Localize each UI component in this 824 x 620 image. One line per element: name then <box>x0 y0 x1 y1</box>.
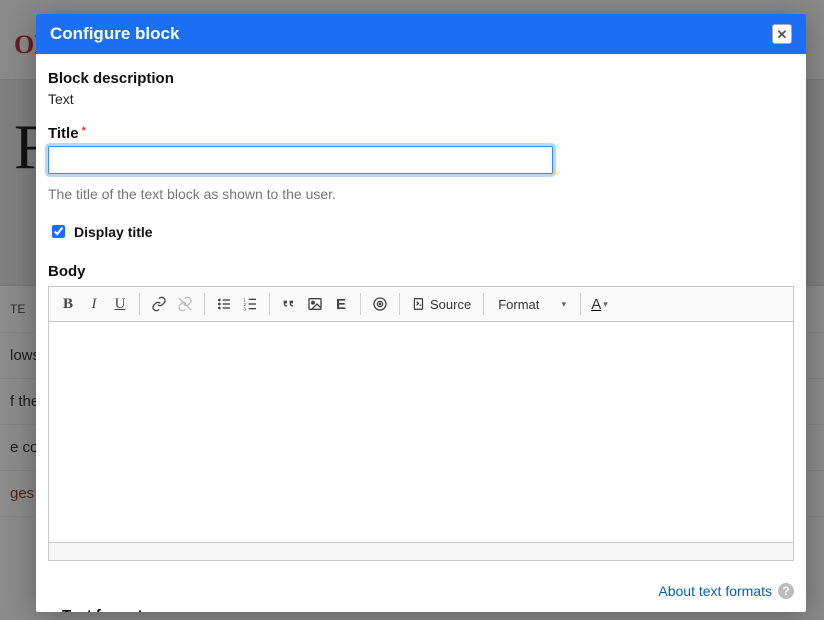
toolbar-separator <box>580 293 581 315</box>
display-title-checkbox[interactable] <box>52 225 65 238</box>
media-button[interactable] <box>367 291 393 317</box>
close-icon: ✕ <box>777 28 788 41</box>
svg-text:3: 3 <box>243 307 246 312</box>
toolbar-separator <box>269 293 270 315</box>
display-title-row: Display title <box>48 222 794 241</box>
e-icon: E <box>336 296 346 313</box>
block-description-label: Block description <box>48 70 794 87</box>
underline-button[interactable]: U <box>107 291 133 317</box>
numbered-list-icon: 123 <box>242 296 258 312</box>
link-icon <box>151 296 167 312</box>
chevron-down-icon: ▾ <box>603 299 608 310</box>
bold-button[interactable]: B <box>55 291 81 317</box>
format-label: Format <box>498 297 539 312</box>
about-text-formats-link[interactable]: About text formats <box>658 583 772 599</box>
source-label: Source <box>430 297 471 312</box>
blockquote-icon <box>281 296 297 312</box>
title-help-text: The title of the text block as shown to … <box>48 186 794 202</box>
title-label: Title* <box>48 125 794 142</box>
unlink-icon <box>177 296 193 312</box>
blockquote-button[interactable] <box>276 291 302 317</box>
bold-icon: B <box>63 296 73 313</box>
body-label: Body <box>48 263 794 280</box>
italic-icon: I <box>92 296 97 313</box>
toolbar-separator <box>399 293 400 315</box>
close-button[interactable]: ✕ <box>772 24 792 44</box>
chevron-down-icon: ▾ <box>562 299 567 310</box>
media-icon <box>372 296 388 312</box>
rich-text-editor: B I U <box>48 286 794 561</box>
italic-button[interactable]: I <box>81 291 107 317</box>
source-button[interactable]: Source <box>406 291 477 317</box>
text-color-icon: A <box>591 296 601 313</box>
source-icon <box>412 297 426 311</box>
bullet-list-button[interactable] <box>211 291 237 317</box>
link-button[interactable] <box>146 291 172 317</box>
body-editor-area[interactable] <box>49 322 793 542</box>
numbered-list-button[interactable]: 123 <box>237 291 263 317</box>
editor-toolbar: B I U <box>49 287 793 322</box>
toolbar-separator <box>360 293 361 315</box>
bullet-list-icon <box>216 296 232 312</box>
modal-header: Configure block ✕ <box>36 14 806 54</box>
title-input[interactable] <box>48 146 553 174</box>
text-format-label: Text format <box>62 607 780 612</box>
image-icon <box>307 296 323 312</box>
title-label-text: Title <box>48 125 79 142</box>
text-color-button[interactable]: A ▾ <box>587 291 612 317</box>
modal-body[interactable]: Block description Text Title* The title … <box>36 54 806 612</box>
image-button[interactable] <box>302 291 328 317</box>
help-icon[interactable]: ? <box>778 583 794 599</box>
required-indicator: * <box>82 125 86 137</box>
e-button[interactable]: E <box>328 291 354 317</box>
editor-status-bar <box>49 542 793 560</box>
about-text-formats-row: About text formats ? <box>48 583 794 599</box>
toolbar-separator <box>483 293 484 315</box>
modal-title: Configure block <box>50 24 179 44</box>
display-title-label: Display title <box>74 224 153 240</box>
configure-block-modal: Configure block ✕ Block description Text… <box>36 14 806 612</box>
underline-icon: U <box>115 296 126 313</box>
format-dropdown[interactable]: Format ▾ <box>490 291 574 317</box>
block-description-value: Text <box>48 91 794 107</box>
unlink-button <box>172 291 198 317</box>
toolbar-separator <box>139 293 140 315</box>
toolbar-separator <box>204 293 205 315</box>
